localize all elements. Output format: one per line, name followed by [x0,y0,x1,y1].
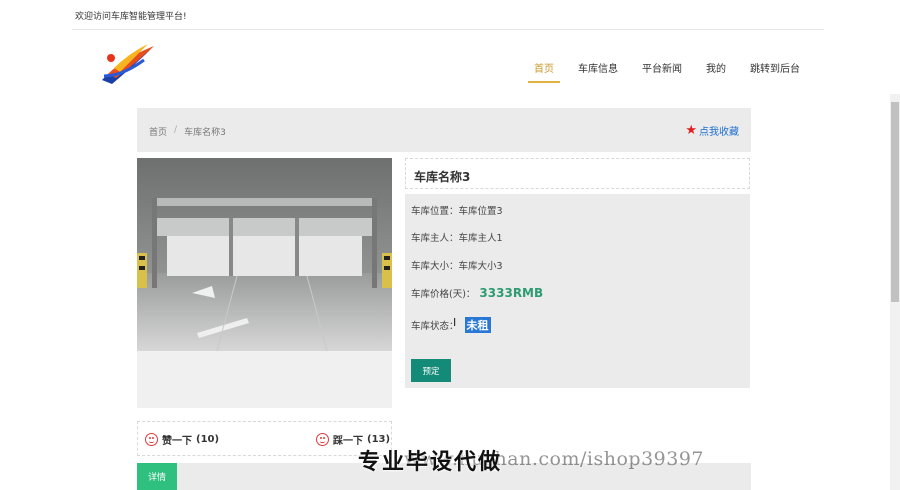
nav-home[interactable]: 首页 [522,58,566,83]
smile-icon [316,433,329,446]
location-value: 车库位置3 [458,206,503,217]
watermark-text: 专业毕设代做 [358,450,503,475]
status-label: 车库状态： [411,321,459,332]
like-button[interactable]: 赞一下 (10) [145,432,219,447]
breadcrumb-home[interactable]: 首页 [149,125,167,138]
text-cursor-icon: I [453,316,457,329]
garage-title: 车库名称3 [414,170,471,184]
page-scrollbar[interactable] [890,94,900,490]
owner-value: 车库主人1 [458,233,503,244]
main-nav: 首页 车库信息 平台新闻 我的 跳转到后台 [522,58,812,83]
site-logo[interactable] [98,40,158,88]
favorite-link[interactable]: ★ 点我收藏 [685,123,739,138]
site-header: 首页 车库信息 平台新闻 我的 跳转到后台 [72,30,824,102]
price-value: 3333RMB [479,286,544,300]
size-label: 车库大小： [411,261,459,272]
nav-platform-news[interactable]: 平台新闻 [630,58,694,83]
price-row: 车库价格(天)： 3333RMB [411,286,543,300]
size-row: 车库大小： 车库大小3 [411,258,503,272]
breadcrumb-separator: / [174,125,178,135]
nav-admin[interactable]: 跳转到后台 [738,58,812,83]
like-label: 赞一下 [162,436,192,447]
owner-row: 车库主人： 车库主人1 [411,230,503,244]
photo-footer [137,351,392,408]
like-count: (10) [196,434,220,445]
welcome-text: 欢迎访问车库智能管理平台! [75,12,187,22]
tab-detail[interactable]: 详情 [137,463,177,490]
star-icon: ★ [685,123,697,138]
status-row: 车库状态： 未租 [411,317,491,333]
garage-title-box: 车库名称3 [405,158,750,189]
smile-icon [145,433,158,446]
breadcrumb-bar: 首页 / 车库名称3 ★ 点我收藏 [137,108,751,152]
nav-garage-info[interactable]: 车库信息 [566,58,630,83]
breadcrumb-current: 车库名称3 [184,128,226,138]
size-value: 车库大小3 [458,261,503,272]
status-value: 未租 [464,317,491,333]
location-row: 车库位置： 车库位置3 [411,203,503,217]
nav-mine[interactable]: 我的 [694,58,738,83]
garage-photo [137,158,392,351]
price-label: 车库价格(天)： [411,289,476,300]
favorite-label: 点我收藏 [699,127,739,138]
vote-bar: 赞一下 (10) 踩一下 (13) [137,421,392,456]
top-bar: 欢迎访问车库智能管理平台! [72,0,824,30]
owner-label: 车库主人： [411,233,459,244]
location-label: 车库位置： [411,206,459,217]
breadcrumb: 首页 / 车库名称3 [149,125,226,138]
scrollbar-thumb[interactable] [891,102,899,302]
garage-info-panel: 车库位置： 车库位置3 车库主人： 车库主人1 车库大小： 车库大小3 车库价格… [405,194,750,388]
book-button[interactable]: 预定 [411,359,451,382]
